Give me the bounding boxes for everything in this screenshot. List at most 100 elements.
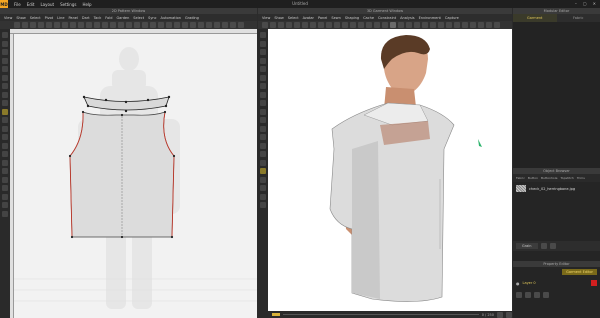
p3d-menu-avatar[interactable]: Avatar [303,16,314,20]
pattern-canvas[interactable] [14,34,257,318]
tool-icon[interactable] [286,22,292,28]
tool-icon[interactable] [30,22,36,28]
tool-icon[interactable] [390,22,396,28]
p2d-menu-grading[interactable]: Grading [185,16,199,20]
p2d-menu-automation[interactable]: Automation [161,16,181,20]
tool-icon[interactable] [78,22,84,28]
p2d-menu-select[interactable]: Select [30,16,41,20]
freeze-icon[interactable] [260,176,266,183]
tool-icon[interactable] [310,22,316,28]
sew-icon[interactable] [260,168,266,174]
tool-icon[interactable] [214,22,220,28]
strengthen-icon[interactable] [260,193,266,200]
tool-icon[interactable] [142,22,148,28]
tool-icon[interactable] [494,22,500,28]
fabric-list-item[interactable]: check_02_herringbone.jpg [513,182,600,195]
select-mesh-icon[interactable] [260,32,266,38]
tool-icon[interactable] [270,22,276,28]
graphic-icon[interactable] [260,151,266,157]
button-tool-icon[interactable] [2,151,8,157]
tool-icon[interactable] [486,22,492,28]
garment-viewport[interactable]: 0 / 250 [268,29,512,318]
close-button[interactable]: ✕ [593,1,596,6]
layer-row[interactable]: ● Layer 0 [513,277,600,289]
tool-icon[interactable] [94,22,100,28]
p3d-menu-cache[interactable]: Cache [363,16,374,20]
tool-icon[interactable] [278,22,284,28]
tool-icon[interactable] [470,22,476,28]
tool-icon[interactable] [158,22,164,28]
visibility-icon[interactable]: ● [516,281,520,286]
steam-icon[interactable] [260,74,266,81]
tool-icon[interactable] [238,22,244,28]
move-icon[interactable] [260,40,266,47]
tool-icon[interactable] [182,22,188,28]
p2d-menu-garden[interactable]: Garden [116,16,129,20]
free-sew-icon[interactable] [2,117,8,123]
tool-icon[interactable] [230,22,236,28]
tab-fabric[interactable]: Fabric [557,14,600,22]
tool-icon[interactable] [438,22,444,28]
tab-trims[interactable]: Trims [577,176,585,180]
tool-icon[interactable] [86,22,92,28]
edit-icon[interactable] [543,292,549,298]
tool-icon[interactable] [358,22,364,28]
edit-point-icon[interactable] [2,49,8,55]
play-icon[interactable] [497,311,503,318]
tab-topstitch[interactable]: Topstitch [560,176,573,180]
tool-icon[interactable] [262,22,268,28]
trim-icon[interactable] [260,134,266,140]
tool-icon[interactable] [22,22,28,28]
p2d-menu-select2[interactable]: Select [133,16,144,20]
rectangle-tool-icon[interactable] [2,66,8,72]
reset-icon[interactable] [260,202,266,208]
tool-icon[interactable] [38,22,44,28]
tool-icon[interactable] [382,22,388,28]
p2d-menu-panel[interactable]: Panel [68,16,77,20]
minimize-button[interactable]: – [575,1,577,6]
select-tool-icon[interactable] [2,32,8,38]
dart-tool-icon[interactable] [2,91,8,98]
p3d-menu-view[interactable]: View [262,16,270,20]
p2d-menu-sync[interactable]: Sync [148,16,156,20]
tool-icon[interactable] [374,22,380,28]
pin-icon[interactable] [260,49,266,55]
timeline-marker[interactable] [272,313,280,316]
tool-icon[interactable] [70,22,76,28]
fold-arrange-icon[interactable] [260,57,266,64]
texture-icon[interactable] [2,168,8,174]
tool-icon[interactable] [326,22,332,28]
stop-icon[interactable] [506,311,512,318]
tool-icon[interactable] [166,22,172,28]
tool-icon[interactable] [462,22,468,28]
color-swatch[interactable] [591,280,597,286]
grain-select[interactable]: Grain [516,243,538,249]
tool-icon[interactable] [110,22,116,28]
tool-icon[interactable] [46,22,52,28]
tack-icon[interactable] [260,66,266,72]
p2d-menu-tack[interactable]: Tack [94,16,102,20]
tab-garment[interactable]: Garment [513,14,557,22]
add-icon[interactable] [525,292,531,298]
tool-icon[interactable] [454,22,460,28]
tool-icon[interactable] [174,22,180,28]
tab-buttonhole[interactable]: Buttonhole [541,176,557,180]
tab-button[interactable]: Button [528,176,538,180]
delete-icon[interactable] [534,292,540,298]
graphic-icon[interactable] [2,176,8,183]
curve-tool-icon[interactable] [2,83,8,89]
timeline-track[interactable] [283,314,479,315]
segment-sew-icon[interactable] [2,108,8,115]
p3d-menu-sewn[interactable]: Sewn [331,16,340,20]
tool-icon[interactable] [398,22,404,28]
tool-icon[interactable] [478,22,484,28]
zipper-icon[interactable] [260,125,266,132]
tool-icon[interactable] [206,22,212,28]
lock-icon[interactable] [260,185,266,191]
settings-icon[interactable] [549,243,556,249]
tool-icon[interactable] [198,22,204,28]
tool-icon[interactable] [102,22,108,28]
notch-tool-icon[interactable] [2,100,8,106]
tool-icon[interactable] [422,22,428,28]
tool-icon[interactable] [62,22,68,28]
